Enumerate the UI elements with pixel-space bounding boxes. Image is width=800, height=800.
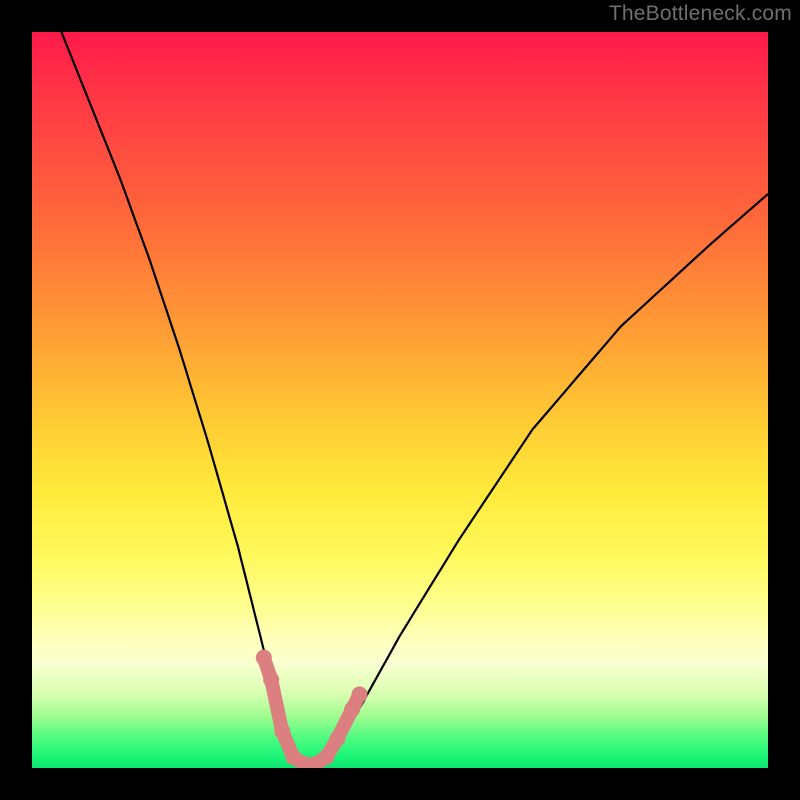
chart-frame: TheBottleneck.com xyxy=(0,0,800,800)
valley-marker xyxy=(344,701,360,717)
valley-marker xyxy=(274,723,290,739)
bottleneck-curve xyxy=(61,32,768,768)
valley-marker xyxy=(318,749,334,765)
valley-marker xyxy=(256,650,272,666)
valley-marker xyxy=(352,686,368,702)
bottleneck-curve-svg xyxy=(32,32,768,768)
valley-marker xyxy=(329,731,345,747)
watermark-text: TheBottleneck.com xyxy=(609,2,792,26)
plot-area xyxy=(32,32,768,768)
valley-markers xyxy=(256,650,368,768)
valley-marker xyxy=(263,672,279,688)
